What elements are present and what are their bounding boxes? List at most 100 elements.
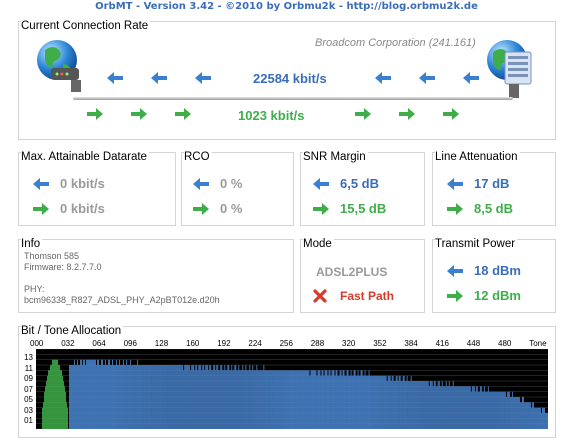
tone-bar <box>261 370 263 429</box>
tone-bar <box>424 381 426 429</box>
mode-panel: Mode ADSL2PLUS Fast Path <box>300 238 425 313</box>
tone-bar <box>151 365 153 429</box>
tone-bar <box>446 386 448 429</box>
tone-bar <box>501 391 503 429</box>
tone-bar <box>370 375 372 429</box>
tone-bar <box>156 365 158 429</box>
tone-bar <box>384 375 386 429</box>
tone-bar <box>290 370 292 429</box>
tone-bar <box>328 370 330 429</box>
tone-bar <box>412 381 414 429</box>
tone-bar <box>94 359 95 429</box>
snr-margin-panel: SNR Margin 6,5 dB 15,5 dB <box>300 151 425 226</box>
chipset-label: Broadcom Corporation (241.161) <box>315 37 476 49</box>
tone-bar <box>199 365 201 429</box>
tone-bar <box>212 370 214 429</box>
tone-bar <box>211 370 213 429</box>
tone-bar <box>57 359 58 429</box>
tone-bar <box>546 413 547 429</box>
bit-tick-label: 09 <box>24 374 33 383</box>
tone-bar <box>329 370 331 429</box>
tone-bar <box>279 370 281 429</box>
tone-bar <box>378 375 380 429</box>
tone-bar <box>105 359 106 429</box>
tone-bar <box>115 365 116 429</box>
tone-bar <box>171 365 173 429</box>
tone-bar <box>267 370 269 429</box>
tone-bar <box>100 365 101 429</box>
tone-bar <box>135 365 137 429</box>
tone-bar <box>414 381 416 429</box>
tone-bar <box>531 402 533 429</box>
attainable-down-value: 0 kbit/s <box>60 176 105 191</box>
tone-bar <box>528 402 530 429</box>
tone-bar <box>141 365 143 429</box>
tone-bar <box>410 375 412 429</box>
tone-bar <box>144 365 146 429</box>
tone-bar <box>55 359 56 429</box>
tone-bar <box>147 365 149 429</box>
tone-bar <box>215 370 217 429</box>
tone-bar <box>458 386 460 429</box>
tone-bar <box>280 370 282 429</box>
upstream-arrow-icon <box>313 203 329 215</box>
tone-bar <box>276 370 278 429</box>
tone-bar <box>99 365 100 429</box>
tone-bar <box>522 397 524 429</box>
tone-bar <box>47 375 48 429</box>
tone-bar <box>482 391 484 429</box>
tone-bar <box>332 370 334 429</box>
bit-tick-label: 07 <box>24 384 33 394</box>
tone-tick-label: 224 <box>248 339 262 348</box>
tone-bar <box>127 365 129 429</box>
tone-bar <box>167 365 169 429</box>
downstream-arrow-icon <box>33 178 49 190</box>
tone-bar <box>497 391 499 429</box>
tone-bar <box>455 386 457 429</box>
snr-title: SNR Margin <box>303 151 368 163</box>
tone-bar <box>82 365 83 429</box>
tone-bar <box>220 365 222 429</box>
tone-bar <box>253 370 255 429</box>
tone-bar <box>70 365 71 429</box>
tone-bar <box>249 365 251 429</box>
tone-bar <box>258 370 260 429</box>
tone-bar <box>494 391 496 429</box>
tone-bar <box>517 397 519 429</box>
tone-bar <box>138 365 140 429</box>
tone-bar <box>113 365 114 429</box>
upstream-arrow-icon <box>131 108 147 120</box>
tone-bar <box>284 370 286 429</box>
tone-bar <box>273 370 275 429</box>
firmware-version: Firmware: 8.2.7.7.0 <box>24 262 102 272</box>
tone-bar <box>98 359 99 429</box>
tone-bar <box>379 375 381 429</box>
tone-bar <box>124 365 126 429</box>
tone-bar <box>95 359 96 429</box>
tone-bar <box>173 365 175 429</box>
tone-bar <box>228 365 230 429</box>
tone-bar <box>239 370 241 429</box>
tone-bar <box>201 370 203 429</box>
tone-bar <box>474 391 476 429</box>
tone-bar <box>163 365 165 429</box>
tone-bar <box>269 370 271 429</box>
tone-bar <box>326 370 328 429</box>
tone-bar <box>473 386 475 429</box>
tone-bar <box>210 365 212 429</box>
tone-bar <box>240 370 242 429</box>
tone-bar <box>142 365 144 429</box>
mode-standard: ADSL2PLUS <box>316 265 388 279</box>
mode-path: Fast Path <box>340 289 395 303</box>
tone-bar <box>502 391 504 429</box>
tone-bar <box>535 407 537 429</box>
upstream-arrow-icon <box>33 203 49 215</box>
tone-bar <box>322 370 324 429</box>
tone-bar <box>425 381 427 429</box>
tone-bar <box>46 381 47 429</box>
tone-bar <box>486 391 488 429</box>
tone-bar <box>419 381 421 429</box>
tone-bar <box>543 407 545 429</box>
tone-bar <box>50 365 51 429</box>
tone-bar <box>200 365 202 429</box>
